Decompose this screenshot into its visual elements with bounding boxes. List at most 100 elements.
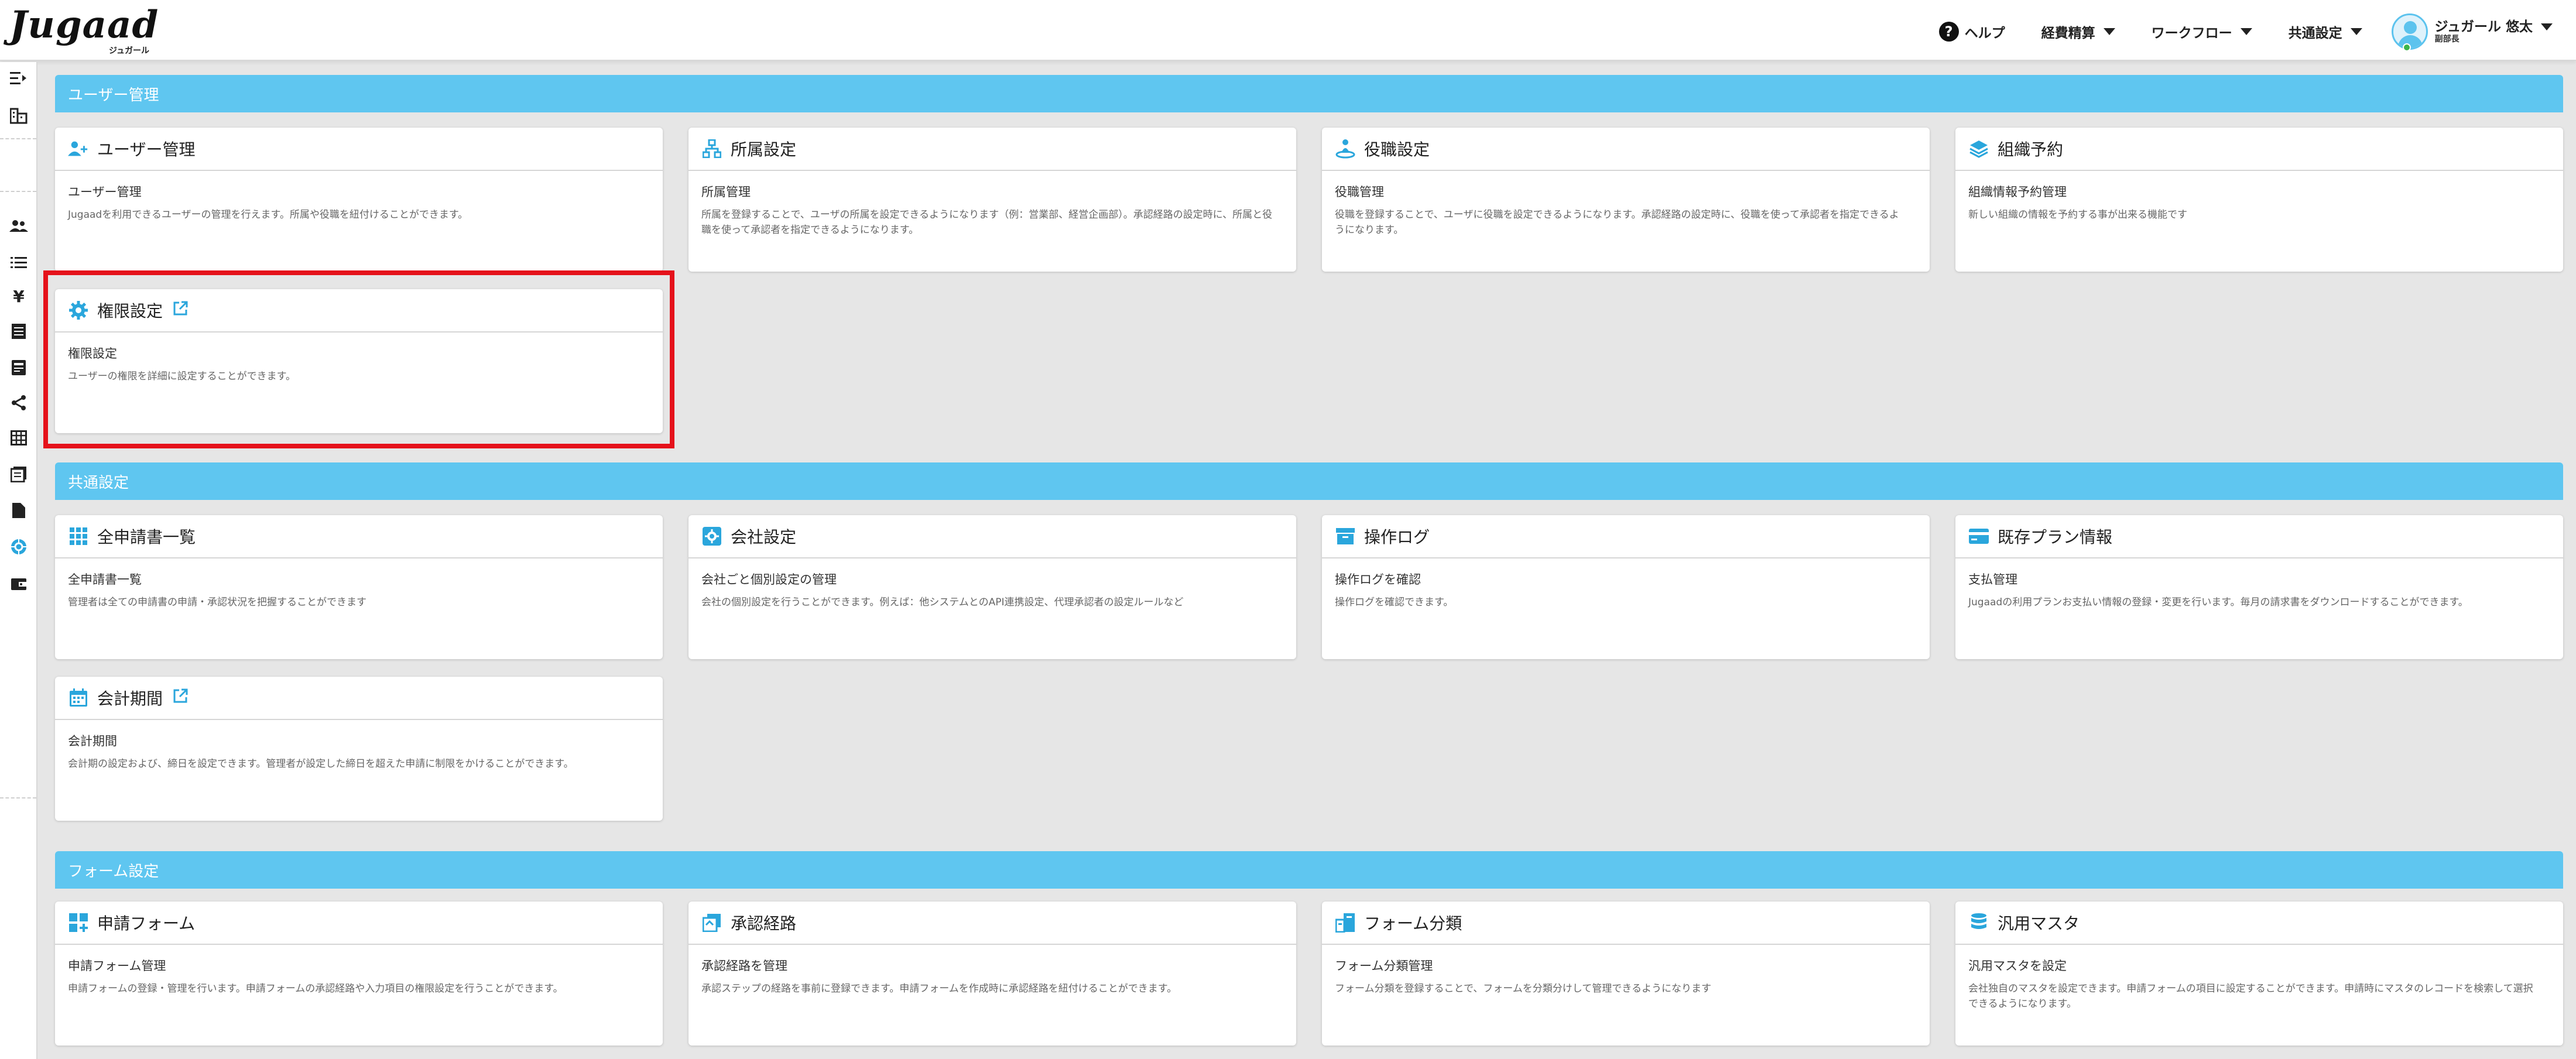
app-logo[interactable]: Jugaad ジュガール [9,6,159,56]
card-description: 所属を登録することで、ユーザの所属を設定できるようになります（例：営業部、経営企… [701,209,1273,237]
file-icon[interactable] [9,501,28,520]
highlight-box [43,270,674,448]
card-application-form[interactable]: 申請フォーム 申請フォーム管理 申請フォームの登録・管理を行います。申請フォーム… [55,902,663,1046]
user-menu[interactable]: ジュガール 悠太 副部長 [2391,13,2553,50]
help-icon: ? [1938,22,1959,42]
card-title: 組織予約 [1998,140,2064,159]
card-title: 所属設定 [731,140,797,159]
card-title: 会社設定 [731,527,797,547]
card-title: 申請フォーム [97,914,196,933]
caret-down-icon [2103,28,2115,35]
card-subtitle: 支払管理 [1968,573,2017,587]
card-description: Jugaadを利用できるユーザーの管理を行えます。所属や役職を紐付けることができ… [68,209,468,221]
card-all-applications[interactable]: 全申請書一覧 全申請書一覧 管理者は全ての申請書の申請・承認状況を把握することが… [55,515,663,659]
card-description: Jugaadの利用プランお支払い情報の登録・変更を行います。毎月の請求書をダウン… [1968,597,2468,608]
nav-expense-menu[interactable]: 経費精算 [2041,22,2115,42]
nav-workflow-menu[interactable]: ワークフロー [2152,22,2252,42]
card-general-master[interactable]: 汎用マスタ 汎用マスタを設定 会社独自のマスタを設定できます。申請フォームの項目… [1955,902,2563,1046]
card-description: 申請フォームの登録・管理を行います。申請フォームの承認経路や入力項目の権限設定を… [68,983,563,995]
user-role: 副部長 [2434,35,2459,44]
card-subtitle: 組織情報予約管理 [1968,185,2067,199]
card-subtitle: ユーザー管理 [68,185,142,199]
top-header: Jugaad ジュガール ? ヘルプ 経費精算 ワークフロー 共通設定 ジュガー… [0,0,2576,61]
list-icon[interactable] [9,253,28,272]
online-status-icon [2403,43,2411,52]
nav-common-label: 共通設定 [2288,26,2342,41]
card-company-settings[interactable]: 会社設定 会社ごと個別設定の管理 会社の個別設定を行うことができます。例えば：他… [688,515,1296,659]
card-accounting-period[interactable]: 会計期間 会計期間 会計期の設定および、締日を設定できます。管理者が設定した締日… [55,677,663,821]
nav-workflow-label: ワークフロー [2151,26,2232,41]
card-subtitle: 会計期間 [68,734,117,748]
card-title: 会計期間 [97,689,163,708]
nav-common-menu[interactable]: 共通設定 [2289,22,2362,42]
share-icon[interactable] [9,393,28,412]
card-department-settings[interactable]: 所属設定 所属管理 所属を登録することで、ユーザの所属を設定できるようになります… [688,128,1296,272]
section-user-management: ユーザー管理 [55,75,2563,112]
card-header: 役職設定 [1322,128,1930,171]
card-description: 役職を登録することで、ユーザに役職を設定できるようになります。承認経路の設定時に… [1335,209,1899,237]
caret-down-icon [2350,28,2362,35]
card-subtitle: 承認経路を管理 [701,959,787,973]
copy-document-icon[interactable] [9,465,28,484]
card-subtitle: 所属管理 [701,185,751,199]
caret-down-icon [2240,28,2252,35]
card-plan-info[interactable]: 既存プラン情報 支払管理 Jugaadの利用プランお支払い情報の登録・変更を行い… [1955,515,2563,659]
org-chart-icon [701,138,722,159]
calendar-icon [68,687,89,708]
document-icon[interactable] [9,322,28,341]
card-operation-log[interactable]: 操作ログ 操作ログを確認 操作ログを確認できます。 [1322,515,1930,659]
database-icon [1968,912,1989,933]
top-nav: ? ヘルプ 経費精算 ワークフロー 共通設定 ジュガール 悠太 副部長 [1903,13,2553,50]
card-header: 既存プラン情報 [1955,515,2563,558]
layers-icon [1968,138,1989,159]
user-name-text: ジュガール 悠太 [2434,19,2533,35]
card-user-management[interactable]: ユーザー管理 ユーザー管理 Jugaadを利用できるユーザーの管理を行えます。所… [55,128,663,272]
category-icon [1335,912,1356,933]
card-header: 組織予約 [1955,128,2563,171]
archive-icon [1335,526,1356,547]
card-position-settings[interactable]: 役職設定 役職管理 役職を登録することで、ユーザに役職を設定できるようになります… [1322,128,1930,272]
help-link[interactable]: ? ヘルプ [1938,22,2005,42]
table-icon[interactable] [9,429,28,447]
card-form-category[interactable]: フォーム分類 フォーム分類管理 フォーム分類を登録することで、フォームを分類分け… [1322,902,1930,1046]
section-form-settings: フォーム設定 [55,851,2563,889]
left-sidebar: ¥ [0,62,37,1059]
card-description: 会社の個別設定を行うことができます。例えば：他システムとのAPI連携設定、代理承… [701,597,1184,608]
card-description: 会計期の設定および、締日を設定できます。管理者が設定した締日を超えた申請に制限を… [68,758,574,770]
external-link-icon[interactable] [172,688,189,708]
card-title: フォーム分類 [1364,914,1462,933]
wallet-icon[interactable] [9,575,28,594]
card-header: 会計期間 [55,677,663,720]
card-subtitle: 会社ごと個別設定の管理 [701,573,837,587]
card-title: 既存プラン情報 [1998,527,2113,547]
card-header: 申請フォーム [55,902,663,945]
building-icon[interactable] [9,107,28,125]
card-approval-route[interactable]: 承認経路 承認経路を管理 承認ステップの経路を事前に登録できます。申請フォームを… [688,902,1296,1046]
users-icon[interactable] [9,217,28,235]
add-user-icon [68,138,89,159]
settings-globe-icon[interactable] [9,537,28,556]
receipt-icon[interactable] [9,358,28,377]
card-header: 汎用マスタ [1955,902,2563,945]
card-title: 汎用マスタ [1998,914,2080,933]
card-description: フォーム分類を登録することで、フォームを分類分けして管理できるようになります [1335,983,1711,995]
card-header: 会社設定 [688,515,1296,558]
caret-down-icon [2541,23,2553,30]
card-organization-reservation[interactable]: 組織予約 組織情報予約管理 新しい組織の情報を予約する事が出来る機能です [1955,128,2563,272]
grid-icon [68,526,89,547]
user-info: ジュガール 悠太 副部長 [2435,19,2553,44]
card-subtitle: 全申請書一覧 [68,573,142,587]
card-description: 管理者は全ての申請書の申請・承認状況を把握することができます [68,597,366,608]
credit-card-icon [1968,526,1989,547]
user-name: ジュガール 悠太 [2435,19,2553,35]
section-common-settings: 共通設定 [55,462,2563,500]
nav-expense-label: 経費精算 [2041,26,2095,41]
yen-icon[interactable]: ¥ [9,287,28,306]
collapse-menu-icon[interactable] [9,69,28,88]
card-header: 所属設定 [688,128,1296,171]
card-subtitle: 汎用マスタを設定 [1968,959,2067,973]
route-document-icon [701,912,722,933]
add-widget-icon [68,912,89,933]
card-title: ユーザー管理 [97,140,196,159]
card-header: 承認経路 [688,902,1296,945]
